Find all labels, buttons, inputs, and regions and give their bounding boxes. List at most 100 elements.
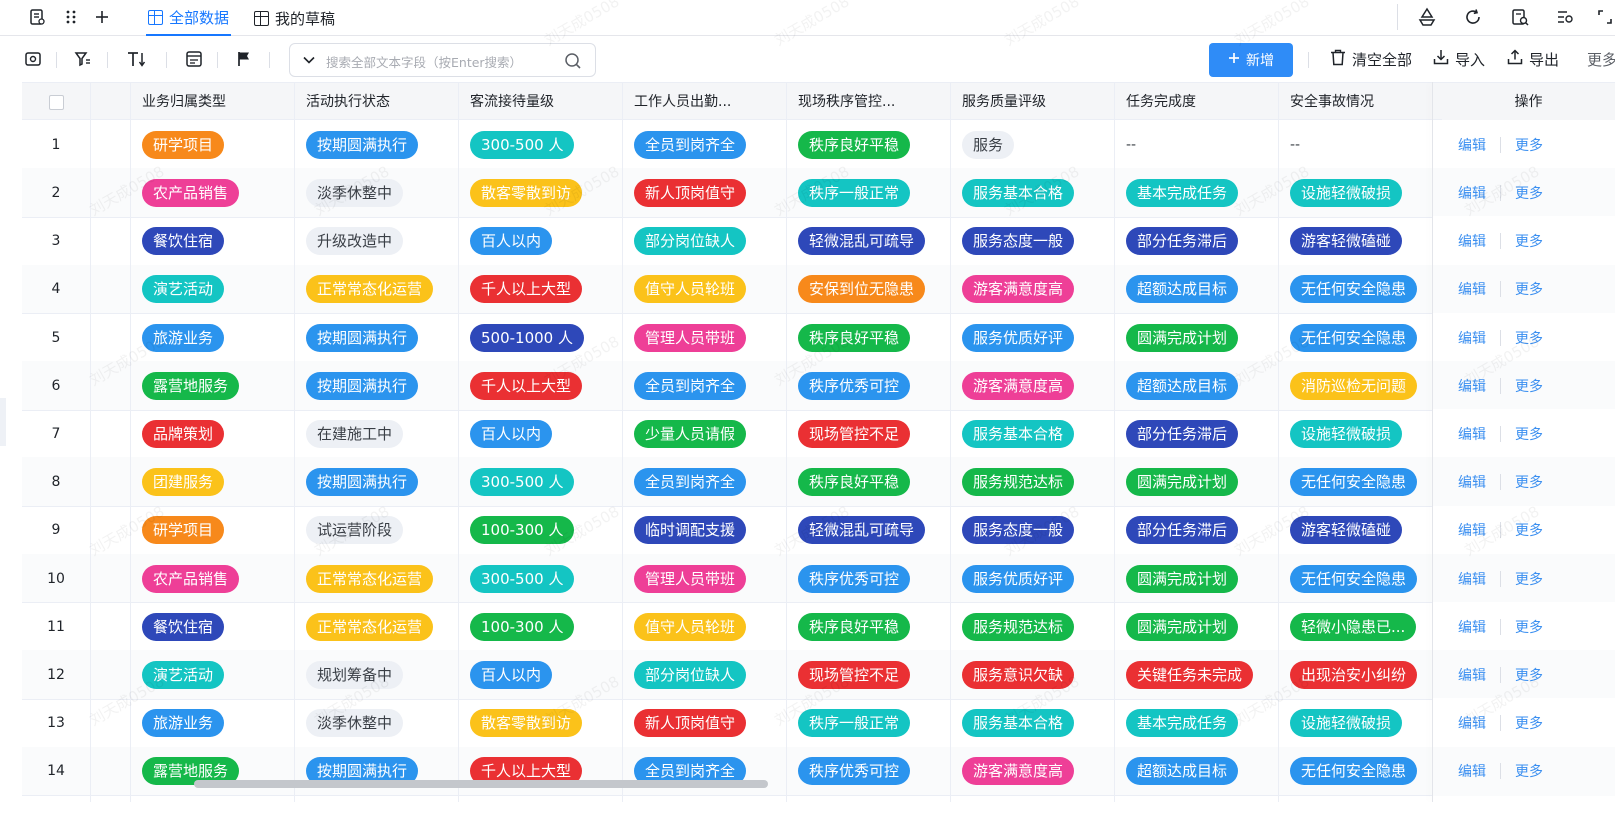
table-cell[interactable]: 关键任务未完成 <box>1114 650 1278 700</box>
table-cell[interactable]: 服务态度一般 <box>950 506 1114 556</box>
table-cell[interactable]: 千人以上大型 <box>458 747 622 797</box>
table-cell[interactable]: 千人以上大型 <box>458 361 622 411</box>
table-cell[interactable]: 规划筹备中 <box>294 650 458 700</box>
table-cell[interactable]: 消防巡检无问题 <box>1278 361 1442 411</box>
edit-link[interactable]: 编辑 <box>1458 713 1486 733</box>
table-cell[interactable]: 研学项目 <box>130 120 294 170</box>
search-icon[interactable] <box>564 52 582 74</box>
table-cell[interactable]: 游客满意度高 <box>950 747 1114 797</box>
table-cell[interactable]: 服务基本合格 <box>950 409 1114 459</box>
table-cell[interactable]: 秩序优秀可控 <box>786 747 950 797</box>
table-cell[interactable]: 游客轻微磕碰 <box>1278 216 1442 266</box>
table-cell[interactable]: 500-1000 人 <box>458 313 622 363</box>
table-cell[interactable]: 服务基本合格 <box>950 168 1114 218</box>
more-link[interactable]: 更多 <box>1515 665 1543 685</box>
table-cell[interactable]: 百人以内 <box>458 216 622 266</box>
table-cell[interactable]: 轻微小隐患已... <box>1278 602 1442 652</box>
table-cell[interactable]: 基本完成任务 <box>1114 168 1278 218</box>
table-cell[interactable]: 按期圆满执行 <box>294 120 458 170</box>
table-cell[interactable]: 农产品销售 <box>130 168 294 218</box>
drag-handle-icon[interactable] <box>58 4 84 30</box>
table-cell[interactable]: 千人以上大型 <box>458 265 622 315</box>
table-cell[interactable]: 无任何安全隐患 <box>1278 265 1442 315</box>
table-cell[interactable]: 露营地服务 <box>130 361 294 411</box>
table-cell[interactable]: 服务规范达标 <box>950 602 1114 652</box>
table-cell[interactable]: 服务 <box>950 120 1114 170</box>
table-row[interactable]: 10 农产品销售 正常常态化运营 300-500 人 管理人员带班 秩序优秀可控 服务优质好… <box>22 553 1615 604</box>
table-cell[interactable]: 全员到岗齐全 <box>622 457 786 507</box>
table-cell[interactable]: 旅游业务 <box>130 313 294 363</box>
more-link[interactable]: 更多 <box>1515 376 1543 396</box>
clear-all-button[interactable]: 清空全部 <box>1330 44 1412 74</box>
column-header[interactable]: 服务质量评级 <box>950 83 1114 121</box>
table-cell[interactable]: 无任何安全隐患 <box>1278 457 1442 507</box>
table-cell[interactable]: 全员到岗齐全 <box>622 747 786 797</box>
table-cell[interactable]: 现场管控不足 <box>786 409 950 459</box>
table-cell[interactable]: 少量人员请假 <box>622 409 786 459</box>
edit-link[interactable]: 编辑 <box>1458 569 1486 589</box>
table-cell[interactable]: 百人以内 <box>458 409 622 459</box>
table-row[interactable]: 8 团建服务 按期圆满执行 300-500 人 全员到岗齐全 秩序良好平稳 服务规范达标 圆满… <box>22 457 1615 507</box>
column-header[interactable]: 业务归属类型 <box>130 83 294 121</box>
table-cell[interactable]: 试运营阶段 <box>294 506 458 556</box>
table-cell[interactable]: 部分任务滞后 <box>1114 216 1278 266</box>
table-cell[interactable]: 游客轻微磕碰 <box>1278 506 1442 556</box>
more-link[interactable]: 更多 <box>1515 472 1543 492</box>
table-cell[interactable]: 服务基本合格 <box>950 698 1114 748</box>
search-input[interactable]: 搜索全部文本字段（按Enter搜索） <box>326 52 522 71</box>
more-link[interactable]: 更多 <box>1515 328 1543 348</box>
horizontal-scrollbar[interactable] <box>194 780 768 788</box>
table-cell[interactable]: 品牌策划 <box>130 409 294 459</box>
table-cell[interactable]: 演艺活动 <box>130 650 294 700</box>
chevron-down-icon[interactable] <box>302 53 316 71</box>
table-cell[interactable]: 设施轻微破损 <box>1278 698 1442 748</box>
table-cell[interactable]: 新人顶岗值守 <box>622 168 786 218</box>
table-row[interactable]: 11 餐饮住宿 正常常态化运营 100-300 人 值守人员轮班 秩序良好平稳 服务规范达标… <box>22 602 1615 652</box>
edit-link[interactable]: 编辑 <box>1458 472 1486 492</box>
table-cell[interactable]: 全员到岗齐全 <box>622 120 786 170</box>
table-row[interactable]: 7 品牌策划 在建施工中 百人以内 少量人员请假 现场管控不足 服务基本合格 部分任务滞后 设施… <box>22 409 1615 459</box>
table-row[interactable]: 3 餐饮住宿 升级改造中 百人以内 部分岗位缺人 轻微混乱可疏导 服务态度一般 部分任务滞后 游… <box>22 216 1615 266</box>
table-row[interactable]: 4 演艺活动 正常常态化运营 千人以上大型 值守人员轮班 安保到位无隐患 游客满意度高 超额达… <box>22 264 1615 315</box>
table-cell[interactable]: 现场管控不足 <box>786 650 950 700</box>
table-cell[interactable]: 演艺活动 <box>130 265 294 315</box>
add-tab-icon[interactable] <box>89 4 115 30</box>
table-cell[interactable]: 按期圆满执行 <box>294 747 458 797</box>
table-cell[interactable]: 服务意识欠缺 <box>950 650 1114 700</box>
table-cell[interactable]: 圆满完成计划 <box>1114 554 1278 604</box>
table-cell[interactable]: 部分岗位缺人 <box>622 650 786 700</box>
table-cell[interactable]: 300-500 人 <box>458 457 622 507</box>
more-link[interactable]: 更多 <box>1515 761 1543 781</box>
table-cell[interactable]: 安保到位无隐患 <box>786 265 950 315</box>
table-cell[interactable]: 按期圆满执行 <box>294 457 458 507</box>
table-cell[interactable]: 轻微混乱可疏导 <box>786 216 950 266</box>
table-cell[interactable]: 管理人员带班 <box>622 313 786 363</box>
table-cell[interactable]: 无任何安全隐患 <box>1278 313 1442 363</box>
table-cell[interactable]: 圆满完成计划 <box>1114 602 1278 652</box>
filter-icon[interactable] <box>70 46 96 72</box>
column-header[interactable]: 现场秩序管控... <box>786 83 950 121</box>
table-cell[interactable]: 服务优质好评 <box>950 554 1114 604</box>
table-cell[interactable]: 露营地服务 <box>130 747 294 797</box>
table-cell[interactable]: 研学项目 <box>130 506 294 556</box>
table-cell[interactable]: 新人顶岗值守 <box>622 698 786 748</box>
table-cell[interactable]: 淡季休整中 <box>294 698 458 748</box>
more-link[interactable]: 更多 <box>1515 183 1543 203</box>
table-cell[interactable]: 餐饮住宿 <box>130 216 294 266</box>
table-cell[interactable]: 散客零散到访 <box>458 698 622 748</box>
table-cell[interactable]: 部分任务滞后 <box>1114 409 1278 459</box>
edit-link[interactable]: 编辑 <box>1458 665 1486 685</box>
table-cell[interactable]: 游客满意度高 <box>950 361 1114 411</box>
more-link[interactable]: 更多 <box>1515 569 1543 589</box>
table-row[interactable]: 12 演艺活动 规划筹备中 百人以内 部分岗位缺人 现场管控不足 服务意识欠缺 关键任务未完成… <box>22 650 1615 700</box>
document-search-icon[interactable] <box>1507 4 1533 30</box>
table-cell[interactable]: 正常常态化运营 <box>294 265 458 315</box>
table-cell[interactable]: -- <box>1278 120 1442 170</box>
table-cell[interactable]: 出现治安小纠纷 <box>1278 650 1442 700</box>
table-cell[interactable]: 秩序良好平稳 <box>786 120 950 170</box>
more-link[interactable]: 更多 <box>1515 617 1543 637</box>
more-link[interactable]: 更多 <box>1515 279 1543 299</box>
search-box[interactable]: 搜索全部文本字段（按Enter搜索） <box>289 43 596 77</box>
more-link[interactable]: 更多 <box>1515 231 1543 251</box>
table-cell[interactable]: 设施轻微破损 <box>1278 409 1442 459</box>
